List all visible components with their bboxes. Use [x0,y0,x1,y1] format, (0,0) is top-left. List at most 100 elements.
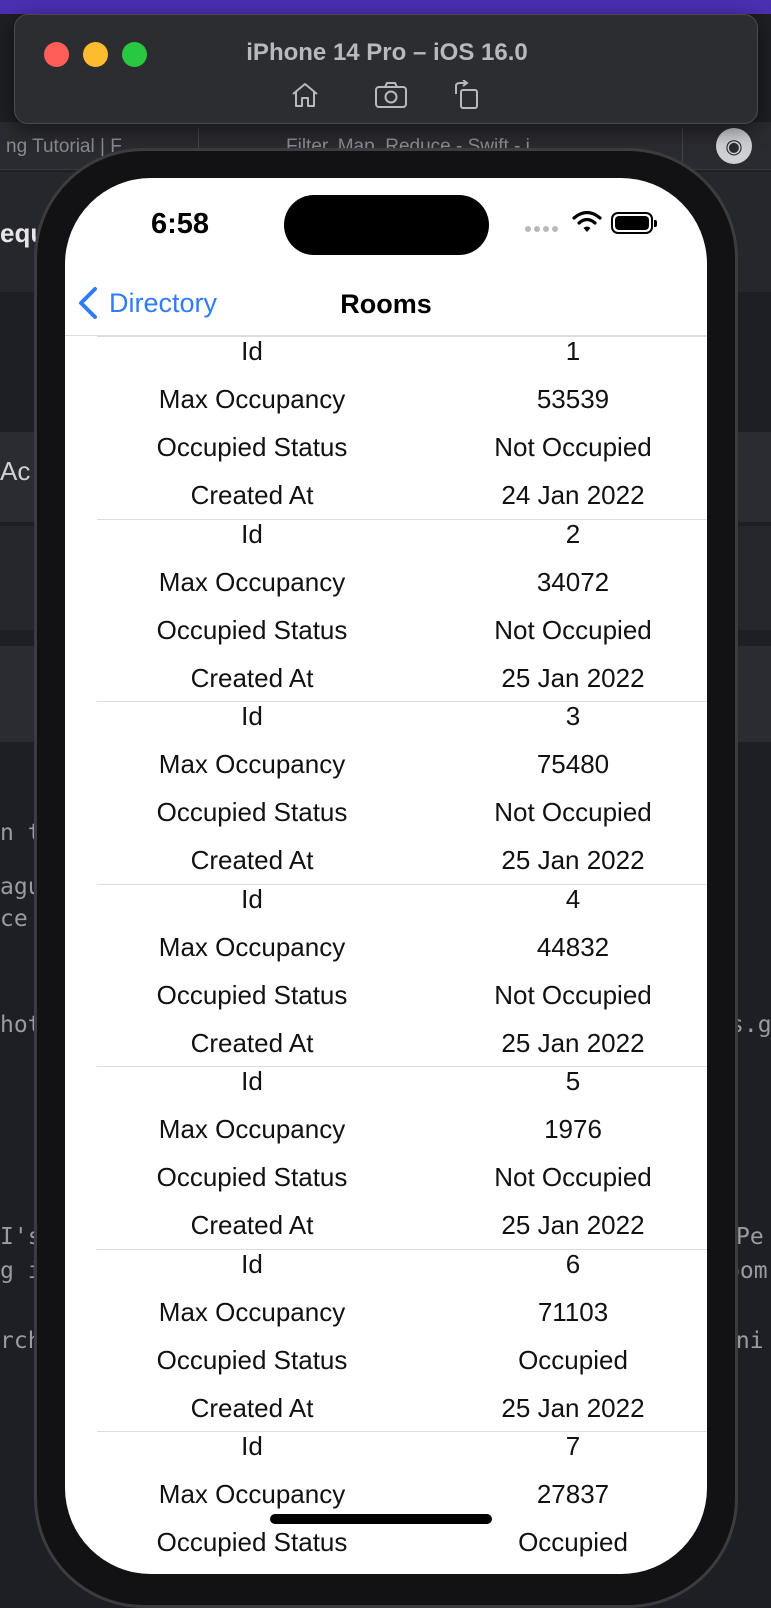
row-value: 44832 [536,931,610,962]
room-row: Max Occupancy 71103 [97,1297,707,1337]
room-row: Id 5 [97,1066,707,1106]
room-row: Occupied Status Not Occupied [97,980,707,1020]
room-group: Id 4 Max Occupancy 44832 Occupied Status… [65,883,707,1068]
row-value: Not Occupied [494,797,652,827]
row-value: 71103 [537,1296,609,1327]
row-value: 1 [565,336,581,366]
room-row: Created At 25 Jan 2022 [97,845,707,885]
room-row: Max Occupancy 44832 [97,932,707,972]
menu-bar-edge [0,0,771,14]
status-time: 6:58 [151,208,210,240]
row-label: Id [241,1248,263,1279]
row-label: Max Occupancy [158,1296,346,1327]
row-label: Max Occupancy [158,1479,346,1509]
row-value: 1976 [544,1114,602,1144]
row-label: Occupied Status [156,1162,348,1192]
room-group: Id 6 Max Occupancy 71103 Occupied Status… [65,1248,707,1433]
row-label: Max Occupancy [158,384,346,414]
room-row: Max Occupancy 34072 [97,567,707,607]
room-row: Max Occupancy 75480 [97,749,707,789]
wifi-icon [572,210,602,234]
home-icon[interactable] [283,73,327,117]
room-row: Occupied Status Occupied [97,1527,707,1567]
row-value: 34072 [536,566,610,597]
row-label: Created At [190,845,314,875]
room-row: Created At 25 Jan 2022 [97,1210,707,1250]
room-row: Id 7 [97,1431,707,1471]
row-value: 75480 [536,749,610,779]
room-row: Created At 25 Jan 2022 [97,663,707,703]
cellular-signal-icon [525,226,559,234]
battery-icon [611,212,657,234]
row-value: Not Occupied [494,614,652,645]
row-label: Occupied Status [156,432,348,462]
row-label: Created At [190,1392,314,1423]
row-value: 2 [565,518,581,549]
status-bar: 6:58 [65,178,707,273]
row-value: Not Occupied [494,979,652,1010]
row-value: Occupied [518,1527,628,1557]
row-value: Not Occupied [494,432,652,462]
row-label: Max Occupancy [158,1114,346,1144]
rooms-list[interactable]: Id 1 Max Occupancy 53539 Occupied Status… [65,336,707,1574]
background-code: Pe [736,1224,764,1250]
row-label: Occupied Status [156,1527,348,1557]
row-value: 5 [565,1066,581,1096]
page-title: Rooms [340,289,432,319]
row-value: 25 Jan 2022 [501,845,645,875]
home-indicator[interactable] [270,1514,492,1524]
row-label: Occupied Status [156,1344,348,1375]
row-label: Created At [190,1027,314,1058]
row-value: 3 [565,701,581,731]
room-row: Id 1 [97,336,707,376]
room-group: Id 5 Max Occupancy 1976 Occupied Status … [65,1066,707,1249]
row-value: 25 Jan 2022 [501,1392,645,1423]
room-row: Id 2 [97,519,707,559]
row-label: Occupied Status [156,614,348,645]
row-value: 27837 [536,1479,610,1509]
github-icon: ◉ [716,128,752,164]
row-label: Id [241,701,263,731]
room-row: Occupied Status Not Occupied [97,797,707,837]
room-row: Occupied Status Occupied [97,1345,707,1385]
row-value: 53539 [536,384,610,414]
row-value: 6 [565,1248,581,1279]
room-group: Id 2 Max Occupancy 34072 Occupied Status… [65,518,707,703]
row-label: Occupied Status [156,797,348,827]
row-value: 24 Jan 2022 [501,480,645,510]
row-label: Id [241,518,263,549]
screenshot-icon[interactable] [369,73,413,117]
room-row: Occupied Status Not Occupied [97,1162,707,1202]
row-value: 25 Jan 2022 [501,1027,645,1058]
background-text: Ac [0,456,31,486]
row-label: Max Occupancy [158,749,346,779]
room-row: Occupied Status Not Occupied [97,432,707,472]
row-label: Created At [190,480,314,510]
row-value: Occupied [518,1344,628,1375]
simulator-title: iPhone 14 Pro – iOS 16.0 [246,39,528,66]
room-row: Id 4 [97,884,707,924]
row-label: Max Occupancy [158,931,346,962]
room-row: Created At 24 Jan 2022 [97,480,707,520]
row-label: Created At [190,1210,314,1240]
row-label: Max Occupancy [158,566,346,597]
room-row: Created At 25 Jan 2022 [97,1028,707,1068]
room-row: Created At 25 Jan 2022 [97,1393,707,1433]
row-label: Id [241,336,263,366]
room-row: Id 3 [97,701,707,741]
room-group: Id 1 Max Occupancy 53539 Occupied Status… [65,336,707,519]
navigation-bar: Directory Rooms [65,273,707,335]
room-row: Occupied Status Not Occupied [97,615,707,655]
row-value: 7 [565,1431,581,1461]
row-label: Id [241,883,263,914]
row-label: Occupied Status [156,979,348,1010]
row-label: Created At [190,662,314,693]
simulator-window: iPhone 14 Pro – iOS 16.0 [14,14,758,124]
room-group: Id 3 Max Occupancy 75480 Occupied Status… [65,701,707,884]
row-value: Not Occupied [494,1162,652,1192]
row-value: 25 Jan 2022 [501,1210,645,1240]
row-label: Id [241,1431,263,1461]
room-row: Max Occupancy 1976 [97,1114,707,1154]
room-row: Id 6 [97,1249,707,1289]
rotate-icon[interactable] [445,73,489,117]
